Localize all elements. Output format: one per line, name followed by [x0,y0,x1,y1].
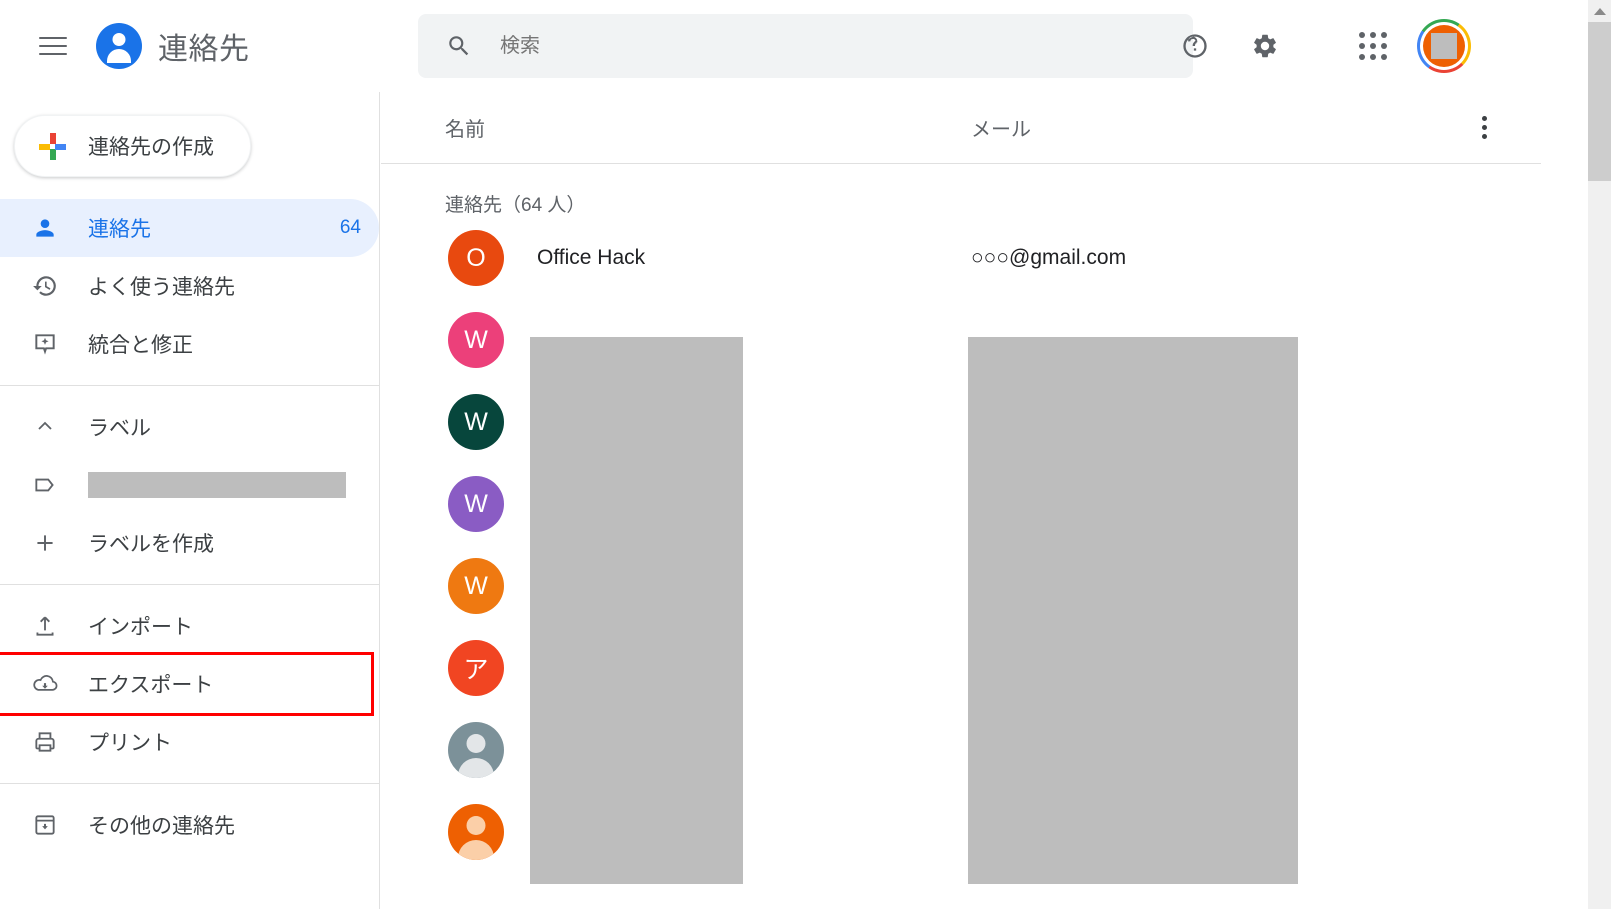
sidebar-labels-header-label: ラベル [88,417,151,440]
sidebar-item-print[interactable]: プリント [0,713,379,771]
sidebar-create-label[interactable]: ラベルを作成 [0,514,379,572]
contact-avatar: W [448,394,504,450]
contact-initial: W [464,407,488,436]
merge-fix-icon [30,329,60,359]
sidebar-item-merge-fix[interactable]: 統合と修正 [0,315,379,373]
sidebar-item-label: 統合と修正 [88,334,193,357]
sidebar-item-other-contacts[interactable]: その他の連絡先 [0,796,379,854]
avatar [1423,25,1465,67]
contacts-logo-icon [96,23,142,69]
search-input[interactable] [500,14,1173,78]
plus-icon [39,132,66,160]
export-icon [30,669,60,699]
vertical-scrollbar[interactable] [1587,0,1611,909]
sidebar-item-export[interactable]: エクスポート [0,652,374,716]
sidebar-divider [0,584,379,585]
sidebar-item-label: エクスポート [88,674,214,697]
sidebar: 連絡先の作成 連絡先 64 よく使う連絡先 統合と修正 ラベル ラベルを作成 イ… [0,92,380,909]
import-icon [30,611,60,641]
plus-icon [30,528,60,558]
contact-emails-redaction [968,337,1298,884]
account-avatar[interactable] [1417,19,1471,73]
sidebar-label-item[interactable] [0,456,379,514]
column-header-email: メール [971,119,1031,141]
sidebar-item-label: よく使う連絡先 [88,276,235,299]
contact-name: Office Hack [537,246,646,269]
contact-initial: W [464,325,488,354]
sidebar-item-frequent[interactable]: よく使う連絡先 [0,257,379,315]
table-row[interactable]: O Office Hack ○○○@gmail.com [381,217,1541,299]
sidebar-divider [0,783,379,784]
sidebar-primary-section: 連絡先 64 よく使う連絡先 統合と修正 [0,199,379,373]
sidebar-item-contacts[interactable]: 連絡先 64 [0,199,379,257]
scrollbar-up-arrow[interactable] [1588,0,1611,22]
gear-icon[interactable] [1241,22,1289,70]
hamburger-bar [39,45,67,47]
scrollbar-thumb[interactable] [1588,22,1611,181]
top-bar: 連絡先 [0,0,1541,92]
search-bar[interactable] [418,14,1193,78]
contact-avatar [448,722,504,778]
label-tag-icon [30,470,60,500]
chevron-up-icon [1594,7,1606,15]
contact-email: ○○○@gmail.com [971,246,1127,269]
topbar-actions [1171,0,1471,92]
sidebar-create-label-text: ラベルを作成 [88,533,214,556]
contact-avatar: O [448,230,504,286]
sidebar-labels-section: ラベル ラベルを作成 [0,398,379,572]
contact-initial: W [464,489,488,518]
hamburger-menu-icon[interactable] [29,22,77,70]
sidebar-divider [0,385,379,386]
app-brand[interactable]: 連絡先 [96,23,250,69]
column-header-name: 名前 [445,119,485,141]
contact-avatar: W [448,476,504,532]
contact-avatar [448,804,504,860]
chevron-up-icon [30,412,60,442]
sidebar-label-name-redaction [88,472,346,498]
print-icon [30,727,60,757]
other-contacts-icon [30,810,60,840]
sidebar-labels-header[interactable]: ラベル [0,398,379,456]
contact-avatar: W [448,558,504,614]
contact-initial: W [464,571,488,600]
sidebar-item-count: 64 [339,217,361,238]
contact-initial: ア [463,656,489,684]
sidebar-item-label: 連絡先 [88,218,151,241]
google-contacts-app: 連絡先 検索 連絡先の作成 連絡先 64 よく使う連絡先 統合と修正 ラベル ラ… [0,0,1611,909]
sidebar-tools-section: インポート エクスポート プリント [0,597,379,771]
avatar-redaction [1431,33,1457,59]
contact-initial: O [466,243,486,272]
apps-grid-icon[interactable] [1349,22,1397,70]
sidebar-item-import[interactable]: インポート [0,597,379,655]
sidebar-other-section: その他の連絡先 [0,796,379,854]
hamburger-bar [39,37,67,39]
create-contact-button[interactable]: 連絡先の作成 [14,115,251,177]
avatar-inner [1420,22,1468,70]
sidebar-item-label: その他の連絡先 [88,815,235,838]
help-icon[interactable] [1171,22,1219,70]
sidebar-item-label: プリント [88,732,172,755]
contacts-group-title: 連絡先（64 人） [445,195,586,216]
search-icon [449,36,469,56]
create-contact-label: 連絡先の作成 [88,136,214,159]
sidebar-item-label: インポート [88,616,193,639]
history-icon [30,271,60,301]
contacts-list-panel: 名前 メール 連絡先（64 人） O Office Hack ○○○@gmail… [381,92,1541,909]
contacts-table-header: 名前 メール [381,92,1541,164]
person-icon [30,213,60,243]
hamburger-bar [39,53,67,55]
contact-avatar: ア [448,640,504,696]
contact-avatar: W [448,312,504,368]
contact-names-redaction [530,337,743,884]
more-vert-icon[interactable] [1469,113,1499,143]
app-title: 連絡先 [158,33,250,66]
